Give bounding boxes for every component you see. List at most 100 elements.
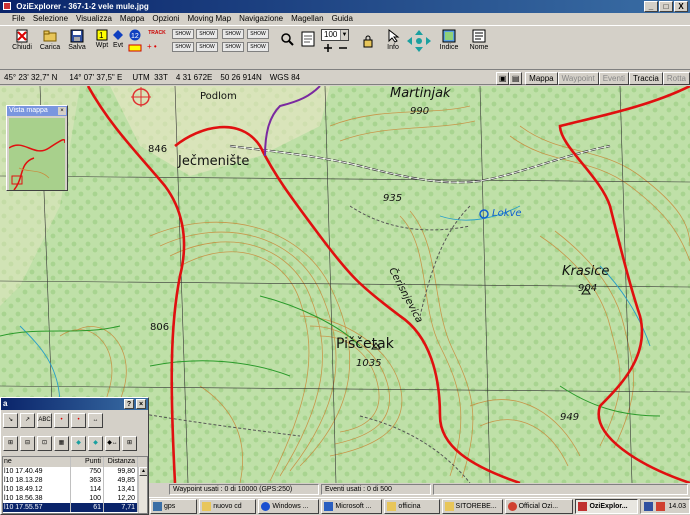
zoom-in-icon[interactable]	[323, 43, 333, 53]
waypoint-button[interactable]: 1 Wpt	[94, 29, 110, 49]
taskbar-item-officina[interactable]: officina	[384, 499, 440, 514]
menu-mappa[interactable]: Mappa	[116, 13, 148, 25]
table-row[interactable]: l10 18.13.28 363 49,85	[3, 476, 147, 485]
magnifier-icon[interactable]	[280, 32, 294, 46]
show-grid-button[interactable]: SHOW	[247, 42, 269, 52]
tray-clock[interactable]: 14.03	[668, 500, 686, 513]
taskbar-item-windows[interactable]: Windows ...	[258, 499, 320, 514]
zoom-select[interactable]: 100 ▼	[321, 29, 349, 41]
track-tool-button[interactable]: ▦	[54, 436, 69, 451]
track-tool-button[interactable]: ↗	[20, 413, 35, 428]
network-icon[interactable]	[644, 502, 654, 511]
track-tool-button[interactable]: ◆↔	[105, 436, 120, 451]
menu-opzioni[interactable]: Opzioni	[148, 13, 183, 25]
track-tool-button[interactable]: ⊡	[37, 436, 52, 451]
save-position-icon[interactable]: ▤	[509, 71, 523, 85]
taskbar-item-gps[interactable]: gps	[150, 499, 198, 514]
taskbar-item-sitorebe[interactable]: SITOREBE...	[441, 499, 503, 514]
track-table: ne Punti Distanza l10 17.40.49 750 99,80…	[2, 456, 148, 514]
taskbar-item-official-ozi[interactable]: Official Ozi...	[504, 499, 574, 514]
track-tool-button[interactable]: ↔	[88, 413, 103, 428]
track-tool-button[interactable]: ⊟	[20, 436, 35, 451]
show-events-button[interactable]: SHOW	[196, 29, 218, 39]
taskbar-item-label: Windows ...	[272, 503, 309, 510]
menu-moving-map[interactable]: Moving Map	[184, 13, 236, 25]
track-tool-button[interactable]: •	[71, 413, 86, 428]
column-header-name[interactable]: ne	[3, 457, 71, 467]
elevation-label-949: 949	[560, 412, 580, 423]
overview-title-bar[interactable]: Vista mappa ×	[7, 106, 67, 116]
track-tool-button[interactable]: •	[54, 413, 69, 428]
layer-traccia-button[interactable]: Traccia	[628, 71, 663, 85]
overview-map-window[interactable]: Vista mappa ×	[6, 105, 68, 191]
load-button[interactable]: Carica	[38, 29, 62, 51]
menu-selezione[interactable]: Selezione	[29, 13, 72, 25]
table-row[interactable]: l10 18.56.38 100 12,20	[3, 494, 147, 503]
layer-eventi-button[interactable]: Eventi	[598, 71, 629, 85]
track-tool-button[interactable]: ↘	[3, 413, 18, 428]
scroll-up-icon[interactable]: ▲	[139, 467, 147, 476]
table-row-selected[interactable]: l10 17.55.57 61 7,71	[3, 503, 147, 512]
menu-magellan[interactable]: Magellan	[287, 13, 327, 25]
track-button[interactable]: TRACK	[146, 29, 168, 39]
track-tool-button[interactable]: ABC	[37, 413, 52, 428]
layer-rotta-button[interactable]: Rotta	[662, 71, 690, 85]
antivirus-icon[interactable]	[656, 502, 666, 511]
lock-icon[interactable]	[362, 34, 374, 48]
save-button[interactable]: Salva	[66, 29, 88, 51]
menu-visualizza[interactable]: Visualizza	[72, 13, 116, 25]
show-comments-button[interactable]: SHOW	[247, 29, 269, 39]
track-table-scrollbar[interactable]: ▲	[138, 467, 147, 513]
oziexplorer-icon	[578, 502, 588, 511]
menu-file[interactable]: File	[8, 13, 29, 25]
zoom-value: 100	[324, 30, 338, 39]
close-map-button[interactable]: Chiudi	[11, 29, 33, 51]
taskbar-item-oziexplorer[interactable]: OziExplor...	[575, 499, 639, 514]
overview-close-button[interactable]: ×	[58, 107, 66, 115]
column-header-points[interactable]: Punti	[71, 457, 104, 467]
event-button[interactable]: Evt	[111, 29, 125, 49]
track-tool-button[interactable]: ⊞	[122, 436, 137, 451]
taskbar-item-microsoft[interactable]: Microsoft ...	[321, 499, 383, 514]
track-points: 100	[71, 494, 104, 503]
maximize-button[interactable]: □	[659, 1, 673, 12]
track-window-close-button[interactable]: ×	[136, 399, 146, 409]
minimize-button[interactable]: _	[644, 1, 658, 12]
menu-navigazione[interactable]: Navigazione	[235, 13, 287, 25]
track-window-title-bar[interactable]: a ? ×	[1, 398, 148, 410]
menu-guida[interactable]: Guida	[328, 13, 357, 25]
info-button[interactable]: Info	[383, 29, 403, 51]
track-tool-button[interactable]: ◆	[71, 436, 86, 451]
taskbar-item-nuovo-cd[interactable]: nuovo cd	[199, 499, 257, 514]
route-number-icon[interactable]: 12	[128, 29, 142, 41]
empty-status-panel	[433, 484, 688, 495]
pan-arrows-icon[interactable]	[406, 29, 432, 53]
window-title: OziExplorer - 367-1-2 vele mule.jpg	[16, 2, 149, 11]
layer-buttons: ▣ ▤ Mappa Waypoint Eventi Traccia Rotta	[496, 71, 690, 85]
show-waypoints-button[interactable]: SHOW	[172, 29, 194, 39]
map-sheet-icon[interactable]	[300, 31, 316, 47]
track-tool-button[interactable]: ⊞	[3, 436, 18, 451]
index-button[interactable]: Indice	[437, 29, 461, 51]
show-track-button[interactable]: SHOW	[172, 42, 194, 52]
screen-icon[interactable]: ▣	[496, 71, 510, 85]
browser-icon	[507, 502, 517, 511]
overview-map-thumbnail[interactable]	[9, 118, 65, 190]
layer-mappa-button[interactable]: Mappa	[525, 71, 558, 85]
show-routes-button[interactable]: SHOW	[196, 42, 218, 52]
table-row[interactable]: l10 18.49.12 114 13,41	[3, 485, 147, 494]
column-header-distance[interactable]: Distanza	[104, 457, 138, 467]
track-window-help-button[interactable]: ?	[124, 399, 134, 409]
show-names-button[interactable]: SHOW	[222, 29, 244, 39]
plus-markers-icon[interactable]: + •	[146, 42, 168, 50]
track-tool-button[interactable]: ◆	[88, 436, 103, 451]
place-label-jecmeniste: Ječmenište	[178, 154, 250, 169]
name-search-button[interactable]: Nome	[467, 29, 491, 51]
close-button[interactable]: X	[674, 1, 688, 12]
table-row[interactable]: l10 17.40.49 750 99,80	[3, 467, 147, 476]
route-line-icon[interactable]	[128, 43, 142, 53]
zoom-out-icon[interactable]	[338, 43, 348, 53]
show-tracks-button[interactable]: SHOW	[222, 42, 244, 52]
layer-waypoint-button[interactable]: Waypoint	[557, 71, 599, 85]
track-points: 363	[71, 476, 104, 485]
